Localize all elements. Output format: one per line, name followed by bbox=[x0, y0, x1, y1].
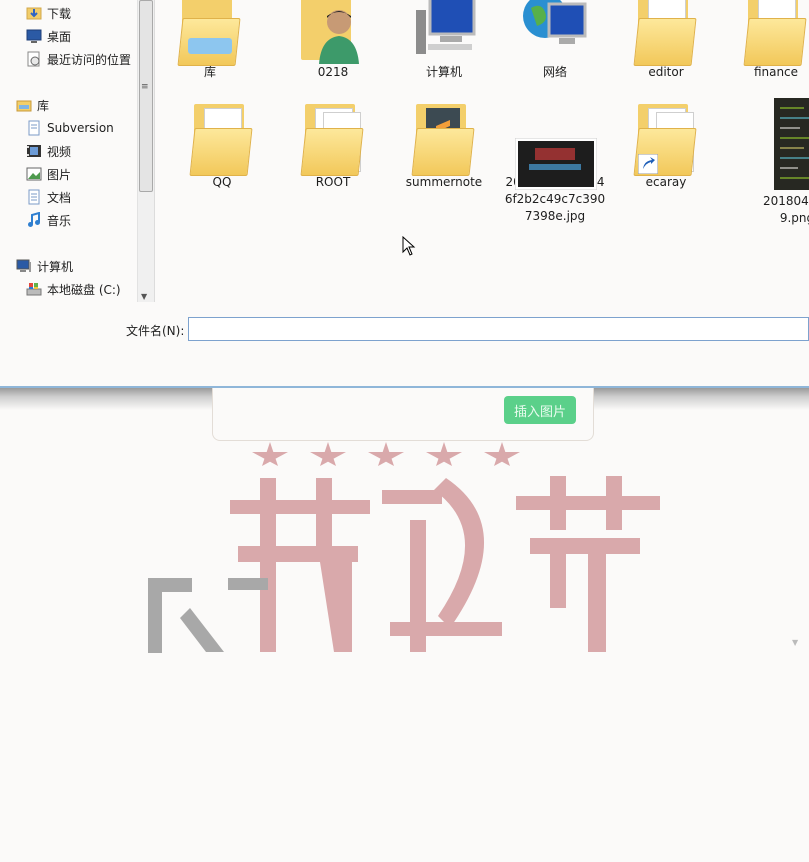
nav-item-desktop[interactable]: 桌面 bbox=[26, 25, 71, 47]
file-item-label-line3: 9.png bbox=[779, 211, 809, 225]
file-item-label: 网络 bbox=[542, 65, 567, 79]
folder-icon bbox=[411, 98, 476, 176]
picture-library-icon bbox=[26, 166, 42, 182]
file-item-0218[interactable]: 0218 bbox=[278, 0, 388, 81]
screenshot-thumbnail-icon bbox=[744, 98, 809, 190]
nav-item-music[interactable]: 音乐 bbox=[26, 209, 71, 231]
scroll-down-arrow-icon[interactable]: ▼ bbox=[792, 638, 798, 647]
nav-item-label: Subversion bbox=[47, 121, 114, 135]
file-list-view: 库 0218 计算机 网络 editor finance QQ ROOT sum… bbox=[155, 0, 809, 303]
file-item-finance[interactable]: finance bbox=[721, 0, 809, 81]
nav-item-computer[interactable]: 计算机 bbox=[16, 255, 73, 277]
nav-item-subversion[interactable]: Subversion bbox=[26, 117, 114, 139]
nav-item-label: 最近访问的位置 bbox=[47, 52, 132, 67]
nav-item-pictures[interactable]: 图片 bbox=[26, 163, 71, 185]
file-item-label: 0218 bbox=[317, 65, 349, 79]
file-item-ecaray[interactable]: ecaray bbox=[611, 98, 721, 191]
scroll-down-arrow-icon[interactable]: ▼ bbox=[141, 292, 147, 301]
file-item-tim-screenshot[interactable]: TIM截图 20180423113 9.png bbox=[721, 98, 809, 227]
file-item-qq[interactable]: QQ bbox=[167, 98, 277, 191]
filename-input[interactable] bbox=[188, 317, 809, 341]
file-item-label-line2: 6f2b2c49c7c390 bbox=[504, 192, 606, 206]
folder-icon bbox=[300, 98, 365, 176]
file-item-label: editor bbox=[648, 65, 684, 79]
local-disk-icon bbox=[26, 281, 42, 297]
labor-day-poster-graphic bbox=[148, 442, 660, 653]
folder-icon bbox=[189, 98, 254, 176]
network-icon bbox=[523, 0, 587, 64]
video-library-icon bbox=[26, 143, 42, 159]
nav-item-label: 计算机 bbox=[37, 259, 74, 274]
file-item-editor[interactable]: editor bbox=[611, 0, 721, 81]
file-item-network[interactable]: 网络 bbox=[500, 0, 610, 81]
nav-item-label: 音乐 bbox=[47, 213, 72, 228]
scrollbar-thumb[interactable] bbox=[139, 0, 153, 192]
nav-item-label: 文档 bbox=[47, 190, 72, 205]
file-item-label: ROOT bbox=[315, 175, 351, 189]
scrollbar-grip-icon: ≡ bbox=[141, 82, 149, 92]
file-item-label: QQ bbox=[212, 175, 232, 189]
document-library-icon bbox=[26, 120, 42, 136]
computer-icon bbox=[16, 258, 32, 274]
filename-label: 文件名(N): bbox=[126, 324, 185, 338]
nav-item-label: 本地磁盘 (C:) bbox=[47, 282, 121, 297]
file-open-dialog: 下载 桌面 最近访问的位置 库 Subversion 视频 图片 文档 音乐 计… bbox=[0, 0, 809, 388]
recent-places-icon bbox=[26, 51, 42, 67]
navigation-pane: 下载 桌面 最近访问的位置 库 Subversion 视频 图片 文档 音乐 计… bbox=[0, 0, 138, 300]
nav-item-downloads[interactable]: 下载 bbox=[26, 2, 71, 24]
file-item-libraries[interactable]: 库 bbox=[155, 0, 265, 81]
file-item-label: finance bbox=[753, 65, 799, 79]
document-library-icon bbox=[26, 189, 42, 205]
navigation-scrollbar[interactable]: ≡ ▼ bbox=[137, 0, 155, 303]
download-folder-icon bbox=[26, 5, 42, 21]
music-library-icon bbox=[26, 211, 42, 228]
file-item-summernote[interactable]: summernote bbox=[389, 98, 499, 191]
nav-item-local-disk-c[interactable]: 本地磁盘 (C:) bbox=[26, 278, 121, 300]
shortcut-arrow-icon bbox=[638, 154, 658, 174]
shortcut-folder-icon bbox=[633, 98, 698, 176]
file-item-label: ecaray bbox=[645, 175, 687, 189]
library-icon bbox=[16, 97, 32, 113]
user-folder-icon bbox=[301, 0, 365, 64]
nav-item-recent-places[interactable]: 最近访问的位置 bbox=[26, 48, 131, 70]
mouse-cursor-icon bbox=[402, 236, 416, 256]
nav-item-libraries[interactable]: 库 bbox=[16, 94, 49, 116]
file-item-label-line3: 7398e.jpg bbox=[524, 209, 586, 223]
file-item-label: summernote bbox=[405, 175, 483, 189]
insert-image-button[interactable]: 插入图片 bbox=[504, 396, 576, 424]
file-item-label-line2: 20180423113 bbox=[763, 194, 809, 208]
nav-item-label: 图片 bbox=[47, 167, 72, 182]
file-item-jpg-image[interactable]: 201b39ab69854 6f2b2c49c7c390 7398e.jpg bbox=[500, 98, 610, 225]
image-thumbnail-icon bbox=[507, 98, 603, 190]
library-folder-icon bbox=[177, 0, 242, 66]
folder-icon bbox=[743, 0, 808, 66]
computer-icon bbox=[412, 0, 476, 64]
file-item-root[interactable]: ROOT bbox=[278, 98, 388, 191]
nav-item-label: 视频 bbox=[47, 144, 72, 159]
nav-item-label: 下载 bbox=[47, 6, 72, 21]
nav-item-videos[interactable]: 视频 bbox=[26, 140, 71, 162]
file-item-label: 计算机 bbox=[425, 65, 462, 79]
nav-item-label: 库 bbox=[37, 98, 50, 113]
desktop-icon bbox=[26, 28, 42, 44]
nav-item-label: 桌面 bbox=[47, 29, 72, 44]
nav-item-documents[interactable]: 文档 bbox=[26, 186, 71, 208]
background-web-page: 插入图片 ▼ bbox=[0, 388, 809, 862]
file-item-computer[interactable]: 计算机 bbox=[389, 0, 499, 81]
filename-bar: 文件名(N): bbox=[0, 302, 809, 388]
folder-icon bbox=[633, 0, 698, 66]
file-item-label: 库 bbox=[203, 65, 216, 79]
